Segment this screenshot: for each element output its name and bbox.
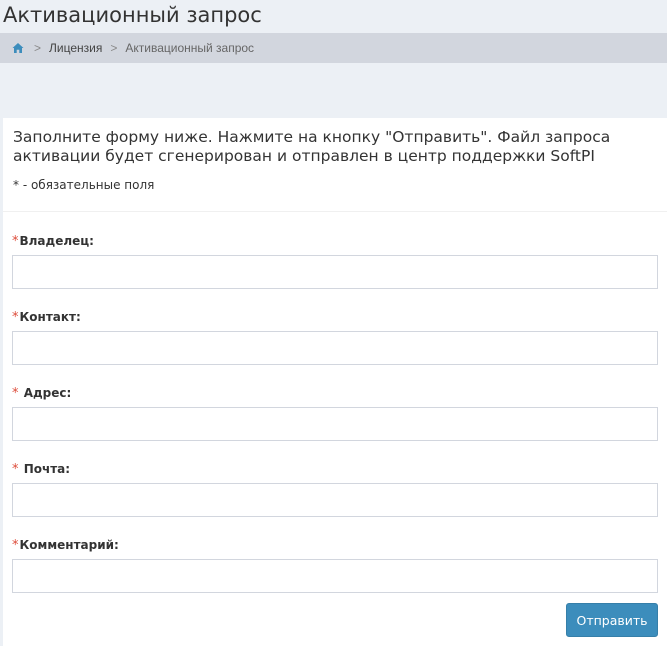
owner-label: *Владелец: (12, 232, 658, 250)
form-header: Заполните форму ниже. Нажмите на кнопку … (3, 118, 667, 212)
contact-input[interactable] (12, 331, 658, 365)
breadcrumb-item-current: Активационный запрос (125, 41, 255, 55)
address-field-group: * Адрес: (12, 384, 658, 441)
email-label: * Почта: (12, 460, 658, 478)
home-icon[interactable] (12, 42, 24, 54)
owner-label-text: Владелец: (19, 234, 94, 248)
required-marker: * (12, 234, 19, 249)
required-marker: * (12, 462, 19, 477)
form-intro-text: Заполните форму ниже. Нажмите на кнопку … (13, 128, 611, 165)
page-title: Активационный запрос (3, 3, 262, 27)
breadcrumb-separator: > (34, 41, 42, 55)
required-fields-note: * - обязательные поля (13, 178, 155, 192)
email-field-group: * Почта: (12, 460, 658, 517)
required-marker: * (12, 538, 19, 553)
comment-label: *Комментарий: (12, 536, 658, 554)
address-label: * Адрес: (12, 384, 658, 402)
contact-label: *Контакт: (12, 308, 658, 326)
activation-form-panel: Заполните форму ниже. Нажмите на кнопку … (3, 118, 667, 646)
submit-button[interactable]: Отправить (566, 603, 658, 637)
contact-label-text: Контакт: (19, 310, 81, 324)
required-marker: * (12, 386, 19, 401)
owner-field-group: *Владелец: (12, 232, 658, 289)
owner-input[interactable] (12, 255, 658, 289)
breadcrumb: > Лицензия > Активационный запрос (0, 33, 667, 63)
comment-label-text: Комментарий: (19, 538, 119, 552)
address-input[interactable] (12, 407, 658, 441)
email-label-text: Почта: (23, 462, 71, 476)
contact-field-group: *Контакт: (12, 308, 658, 365)
email-input[interactable] (12, 483, 658, 517)
breadcrumb-separator: > (110, 41, 118, 55)
breadcrumb-item-license[interactable]: Лицензия (49, 41, 102, 55)
comment-input[interactable] (12, 559, 658, 593)
address-label-text: Адрес: (23, 386, 72, 400)
comment-field-group: *Комментарий: (12, 536, 658, 593)
required-marker: * (12, 310, 19, 325)
